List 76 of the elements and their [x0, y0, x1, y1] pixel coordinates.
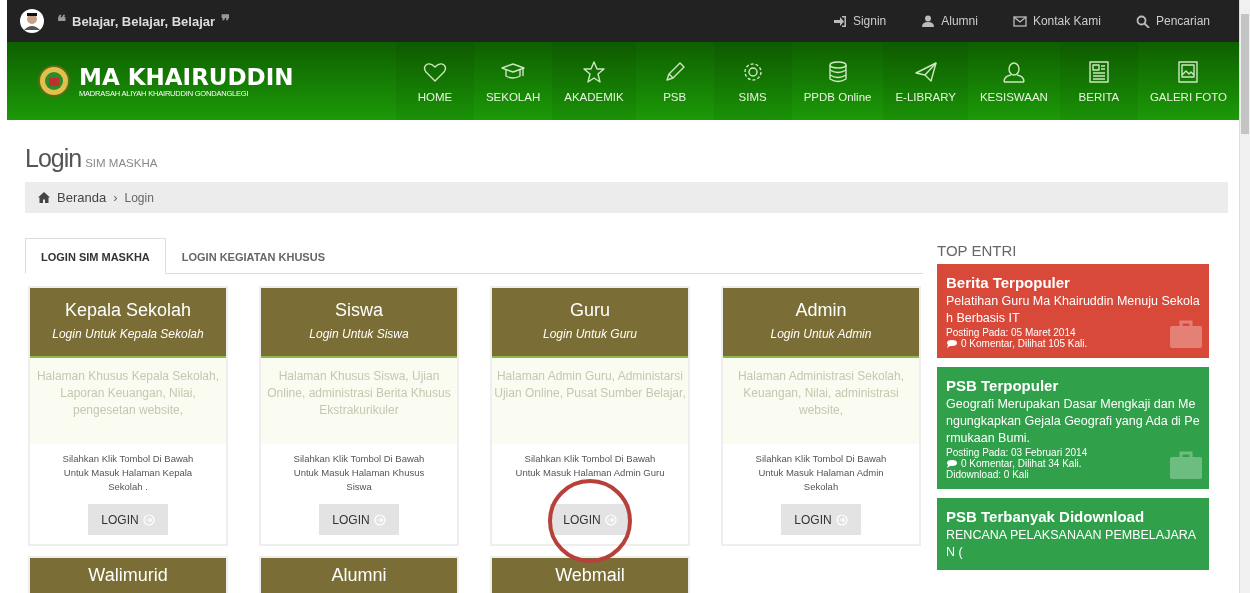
- nav-item[interactable]: AKADEMIK: [552, 42, 636, 120]
- entry-downloads: Didownload: 0 Kali: [946, 469, 1030, 480]
- briefcase-icon: [1170, 451, 1202, 479]
- breadcrumb-link[interactable]: Login: [124, 190, 154, 205]
- nav-item[interactable]: BERITA: [1059, 42, 1138, 120]
- entry-title: PSB Terbanyak Didownload: [946, 508, 1146, 525]
- card-subtitle: Login Untuk Kepala Sekolah: [51, 327, 205, 341]
- breadcrumb-separator: ›: [113, 190, 118, 205]
- login-button[interactable]: LOGIN: [319, 504, 399, 535]
- entry-stats: 0 Komentar, Dilihat 105 Kali.: [961, 338, 1088, 349]
- nav-item[interactable]: GALERI FOTO: [1137, 42, 1239, 120]
- nav-item[interactable]: PSB: [635, 42, 714, 120]
- card-title: Walimurid: [87, 564, 169, 586]
- card-title: Admin: [794, 299, 848, 321]
- arrow-circle-icon: [604, 513, 617, 526]
- signin-icon: [832, 14, 847, 28]
- nav-item[interactable]: KESISWAAN: [967, 42, 1060, 120]
- page-subtitle: SIM MASKHA: [85, 157, 158, 169]
- card-title: Guru: [569, 299, 611, 321]
- top-link[interactable]: Kontak Kami: [1012, 14, 1101, 28]
- login-button[interactable]: LOGIN: [550, 504, 630, 535]
- person-icon: [921, 14, 936, 28]
- nav-item[interactable]: PPDB Online: [791, 42, 884, 120]
- card-description: Halaman Admin Guru, Administarsi Ujian Online, Pusat Sumber Belajar,: [492, 358, 688, 444]
- entry-date: Posting Pada: 05 Maret 2014: [946, 327, 1076, 338]
- page-title: Login: [25, 144, 82, 173]
- card-description: Halaman Khusus Kepala Sekolah, Laporan Keuangan, Nilai, pengesetan website,: [30, 358, 226, 444]
- comment-icon: [946, 458, 958, 469]
- search-icon: [1135, 14, 1150, 28]
- entry-title: Berita Terpopuler: [946, 274, 1071, 291]
- sidebar-title: TOP ENTRI: [937, 241, 1018, 261]
- comment-icon: [946, 338, 958, 349]
- card-description: Halaman Khusus Siswa, Ujian Online, administrasi Berita Khusus Ekstrakurikuler: [261, 358, 457, 444]
- entry-title: PSB Terpopuler: [946, 377, 1060, 394]
- card-note: Silahkan Klik Tombol Di Bawah Untuk Masuk Halaman Kepala Sekolah .: [61, 452, 195, 494]
- card-title: Webmail: [554, 564, 626, 586]
- avatar-icon: [19, 8, 45, 34]
- top-link[interactable]: Alumni: [921, 14, 978, 28]
- arrow-circle-icon: [373, 513, 386, 526]
- card-note: Silahkan Klik Tombol Di Bawah Untuk Masuk Halaman Admin Sekolah: [754, 452, 888, 494]
- top-link[interactable]: Pencarian: [1135, 14, 1210, 28]
- card-subtitle: Login Untuk Admin: [769, 327, 873, 341]
- nav-item[interactable]: SEKOLAH: [473, 42, 553, 120]
- card-title: Alumni: [330, 564, 388, 586]
- top-link[interactable]: Signin: [832, 14, 887, 28]
- quote-mark: ❞: [221, 10, 231, 32]
- card-subtitle: Login Untuk Guru: [541, 327, 639, 341]
- card-description: Halaman Administrasi Sekolah, Keuangan, Nilai, administrasi website,: [723, 358, 919, 444]
- tab[interactable]: LOGIN KEGIATAN KHUSUS: [165, 238, 341, 274]
- card-subtitle: Login Untuk Siswa: [308, 327, 410, 341]
- nav-item[interactable]: E-LIBRARY: [883, 42, 968, 120]
- home-icon: [38, 192, 50, 203]
- login-button[interactable]: LOGIN: [781, 504, 861, 535]
- quote-mark: ❝: [57, 10, 66, 32]
- user-icon: [1000, 59, 1027, 85]
- card-title: Kepala Sekolah: [63, 299, 193, 321]
- mail-icon: [1012, 14, 1027, 28]
- arrow-circle-icon: [142, 513, 155, 526]
- entry-stats: 0 Komentar, Dilihat 34 Kali.: [961, 458, 1082, 469]
- card-title: Siswa: [334, 299, 384, 321]
- nav-item[interactable]: SIMS: [713, 42, 792, 120]
- tab[interactable]: LOGIN SIM MASKHA: [25, 238, 166, 274]
- briefcase-icon: [1170, 320, 1202, 348]
- card-note: Silahkan Klik Tombol Di Bawah Untuk Masuk Halaman Admin Guru: [514, 452, 666, 480]
- card-note: Silahkan Klik Tombol Di Bawah Untuk Masuk Halaman Khusus Siswa: [292, 452, 426, 494]
- school-emblem-icon: [37, 64, 71, 98]
- entry-text[interactable]: Pelatihan Guru Ma Khairuddin Menuju Sekolah Berbasis IT: [946, 293, 1200, 327]
- motto-text: Belajar, Belajar, Belajar: [72, 13, 216, 29]
- entry-text[interactable]: RENCANA PELAKSANAAN PEMBELAJARAN (: [946, 527, 1200, 561]
- arrow-circle-icon: [835, 513, 848, 526]
- site-title: MA KHAIRUDDIN: [79, 64, 294, 89]
- login-button[interactable]: LOGIN: [88, 504, 168, 535]
- breadcrumb-link[interactable]: Beranda: [57, 190, 107, 205]
- nav-item[interactable]: HOME: [395, 42, 474, 120]
- entry-date: Posting Pada: 03 Februari 2014: [946, 447, 1089, 458]
- entry-text[interactable]: Geografi Merupakan Dasar Mengkaji dan Mengungkapkan Gejala Geografi yang Ada di Permukaan Bumi.: [946, 396, 1200, 447]
